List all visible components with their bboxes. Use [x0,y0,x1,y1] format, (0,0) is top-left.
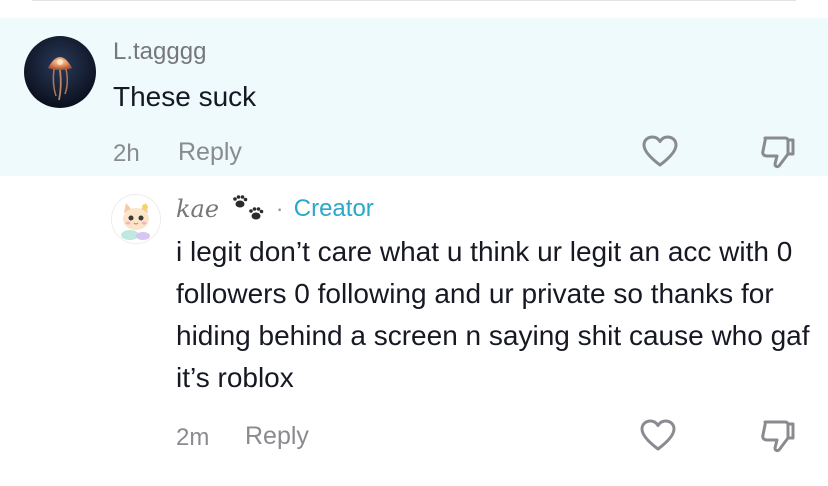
like-button[interactable] [640,132,680,172]
comment-text: These suck [113,81,257,112]
comment-username[interactable]: L.tagggg [113,38,206,66]
dislike-button[interactable] [757,132,797,172]
heart-outline-icon [640,419,676,451]
comment-timestamp: 2h [113,140,140,167]
reply-comment-item: kae · Creator i legit don’t care what u … [0,176,828,486]
dislike-button[interactable] [757,416,797,456]
paw-prints-icon [232,195,263,220]
reply-username[interactable]: kae [176,195,219,223]
reply-button[interactable]: Reply [245,422,309,451]
comment-item: L.tagggg These suck 2h Reply [0,18,828,176]
creator-badge: Creator [293,195,374,222]
separator-dot: · [275,196,284,221]
heart-outline-icon [642,135,678,167]
reply-button[interactable]: Reply [178,138,242,167]
cat-avatar[interactable] [111,194,161,244]
reply-header: kae · Creator [176,194,374,228]
jellyfish-avatar[interactable] [24,36,96,108]
reply-text: i legit don’t care what u think ur legit… [176,236,810,393]
top-divider [32,0,796,1]
like-button[interactable] [638,416,678,456]
reply-timestamp: 2m [176,424,210,451]
thumbs-down-outline-icon [761,420,795,453]
thumbs-down-outline-icon [761,136,795,169]
